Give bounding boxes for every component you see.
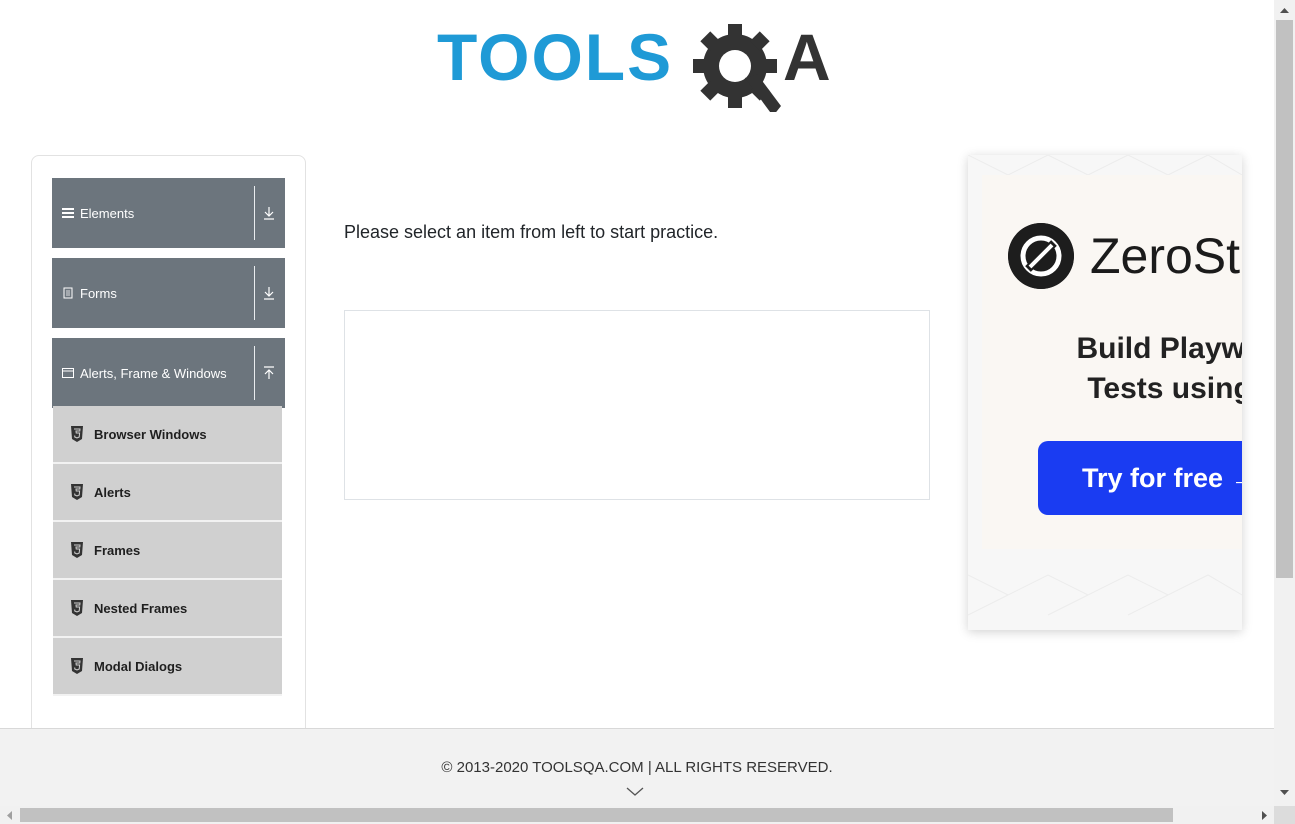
menu-item-browser-windows[interactable]: Browser Windows — [53, 406, 282, 464]
menu-item-nested-frames[interactable]: Nested Frames — [53, 580, 282, 638]
practice-frame[interactable] — [344, 310, 930, 500]
ad-headline-line: Build Playwrigl — [1076, 332, 1242, 365]
instruction-text: Please select an item from left to start… — [344, 222, 719, 242]
arrow-down-icon[interactable] — [263, 286, 275, 300]
copyright-text: © 2013-2020 TOOLSQA.COM | ALL RIGHTS RES… — [441, 759, 833, 776]
group-alerts-frame-windows[interactable]: Alerts, Frame & Windows — [52, 338, 285, 408]
ad-headline: Build Playwrigl Tests using A — [1034, 329, 1242, 409]
html5-icon — [71, 426, 83, 442]
html5-icon — [71, 542, 83, 558]
ad-logo: ZeroSte — [1008, 223, 1242, 289]
scroll-left-arrow-icon[interactable] — [6, 811, 14, 820]
toolsqa-logo[interactable]: TOOLS A — [437, 20, 841, 116]
vertical-scroll-thumb[interactable] — [1276, 20, 1293, 578]
group-label: Forms — [80, 285, 117, 301]
menu-item-label: Frames — [94, 542, 141, 558]
group-elements[interactable]: Elements — [52, 178, 285, 248]
scroll-up-arrow-icon[interactable] — [1280, 6, 1289, 15]
try-for-free-button[interactable]: Try for free → — [1038, 441, 1242, 515]
ad-headline-line: Tests using A — [1087, 372, 1242, 405]
html5-icon — [71, 484, 83, 500]
menu-item-modal-dialogs[interactable]: Modal Dialogs — [53, 638, 282, 696]
ad-brand: ZeroSte — [1090, 228, 1242, 284]
window-icon — [62, 368, 74, 378]
arrow-up-icon[interactable] — [263, 366, 275, 380]
divider — [254, 346, 255, 400]
menu-item-label: Nested Frames — [94, 600, 188, 616]
horizontal-scroll-thumb[interactable] — [20, 808, 1173, 822]
html5-icon — [71, 600, 83, 616]
menu-item-label: Alerts — [94, 484, 131, 500]
left-panel: Elements Forms Alerts, Frame & Windows B… — [31, 155, 306, 755]
ad-card: ZeroSte Build Playwrigl Tests using A Tr… — [982, 175, 1242, 549]
html5-icon — [71, 658, 83, 674]
gear-icon — [693, 24, 781, 116]
divider — [254, 266, 255, 320]
group-label: Elements — [80, 205, 135, 221]
group-label: Alerts, Frame & Windows — [80, 365, 227, 381]
submenu-list: Browser Windows Alerts Frames Nested Fra… — [53, 406, 282, 696]
zerostep-logo-icon — [1008, 223, 1074, 289]
menu-item-frames[interactable]: Frames — [53, 522, 282, 580]
group-forms[interactable]: Forms — [52, 258, 285, 328]
hamburger-icon — [62, 208, 74, 218]
arrow-down-icon[interactable] — [263, 206, 275, 220]
scrollbar-corner — [1274, 806, 1295, 824]
menu-item-alerts[interactable]: Alerts — [53, 464, 282, 522]
footer: © 2013-2020 TOOLSQA.COM | ALL RIGHTS RES… — [0, 728, 1274, 806]
menu-item-label: Modal Dialogs — [94, 658, 183, 674]
vertical-scrollbar[interactable] — [1274, 0, 1295, 806]
horizontal-scrollbar[interactable] — [0, 806, 1274, 824]
menu-item-label: Browser Windows — [94, 426, 207, 442]
divider — [254, 186, 255, 240]
document-icon — [63, 287, 73, 299]
logo-text-tools: TOOLS — [437, 20, 673, 94]
scroll-right-arrow-icon[interactable] — [1260, 811, 1268, 820]
logo-text-qa: A — [783, 20, 831, 94]
scroll-down-arrow-icon[interactable] — [1280, 788, 1289, 797]
chevron-down-icon[interactable] — [626, 787, 644, 797]
advertisement[interactable]: ZeroSte Build Playwrigl Tests using A Tr… — [968, 155, 1242, 630]
